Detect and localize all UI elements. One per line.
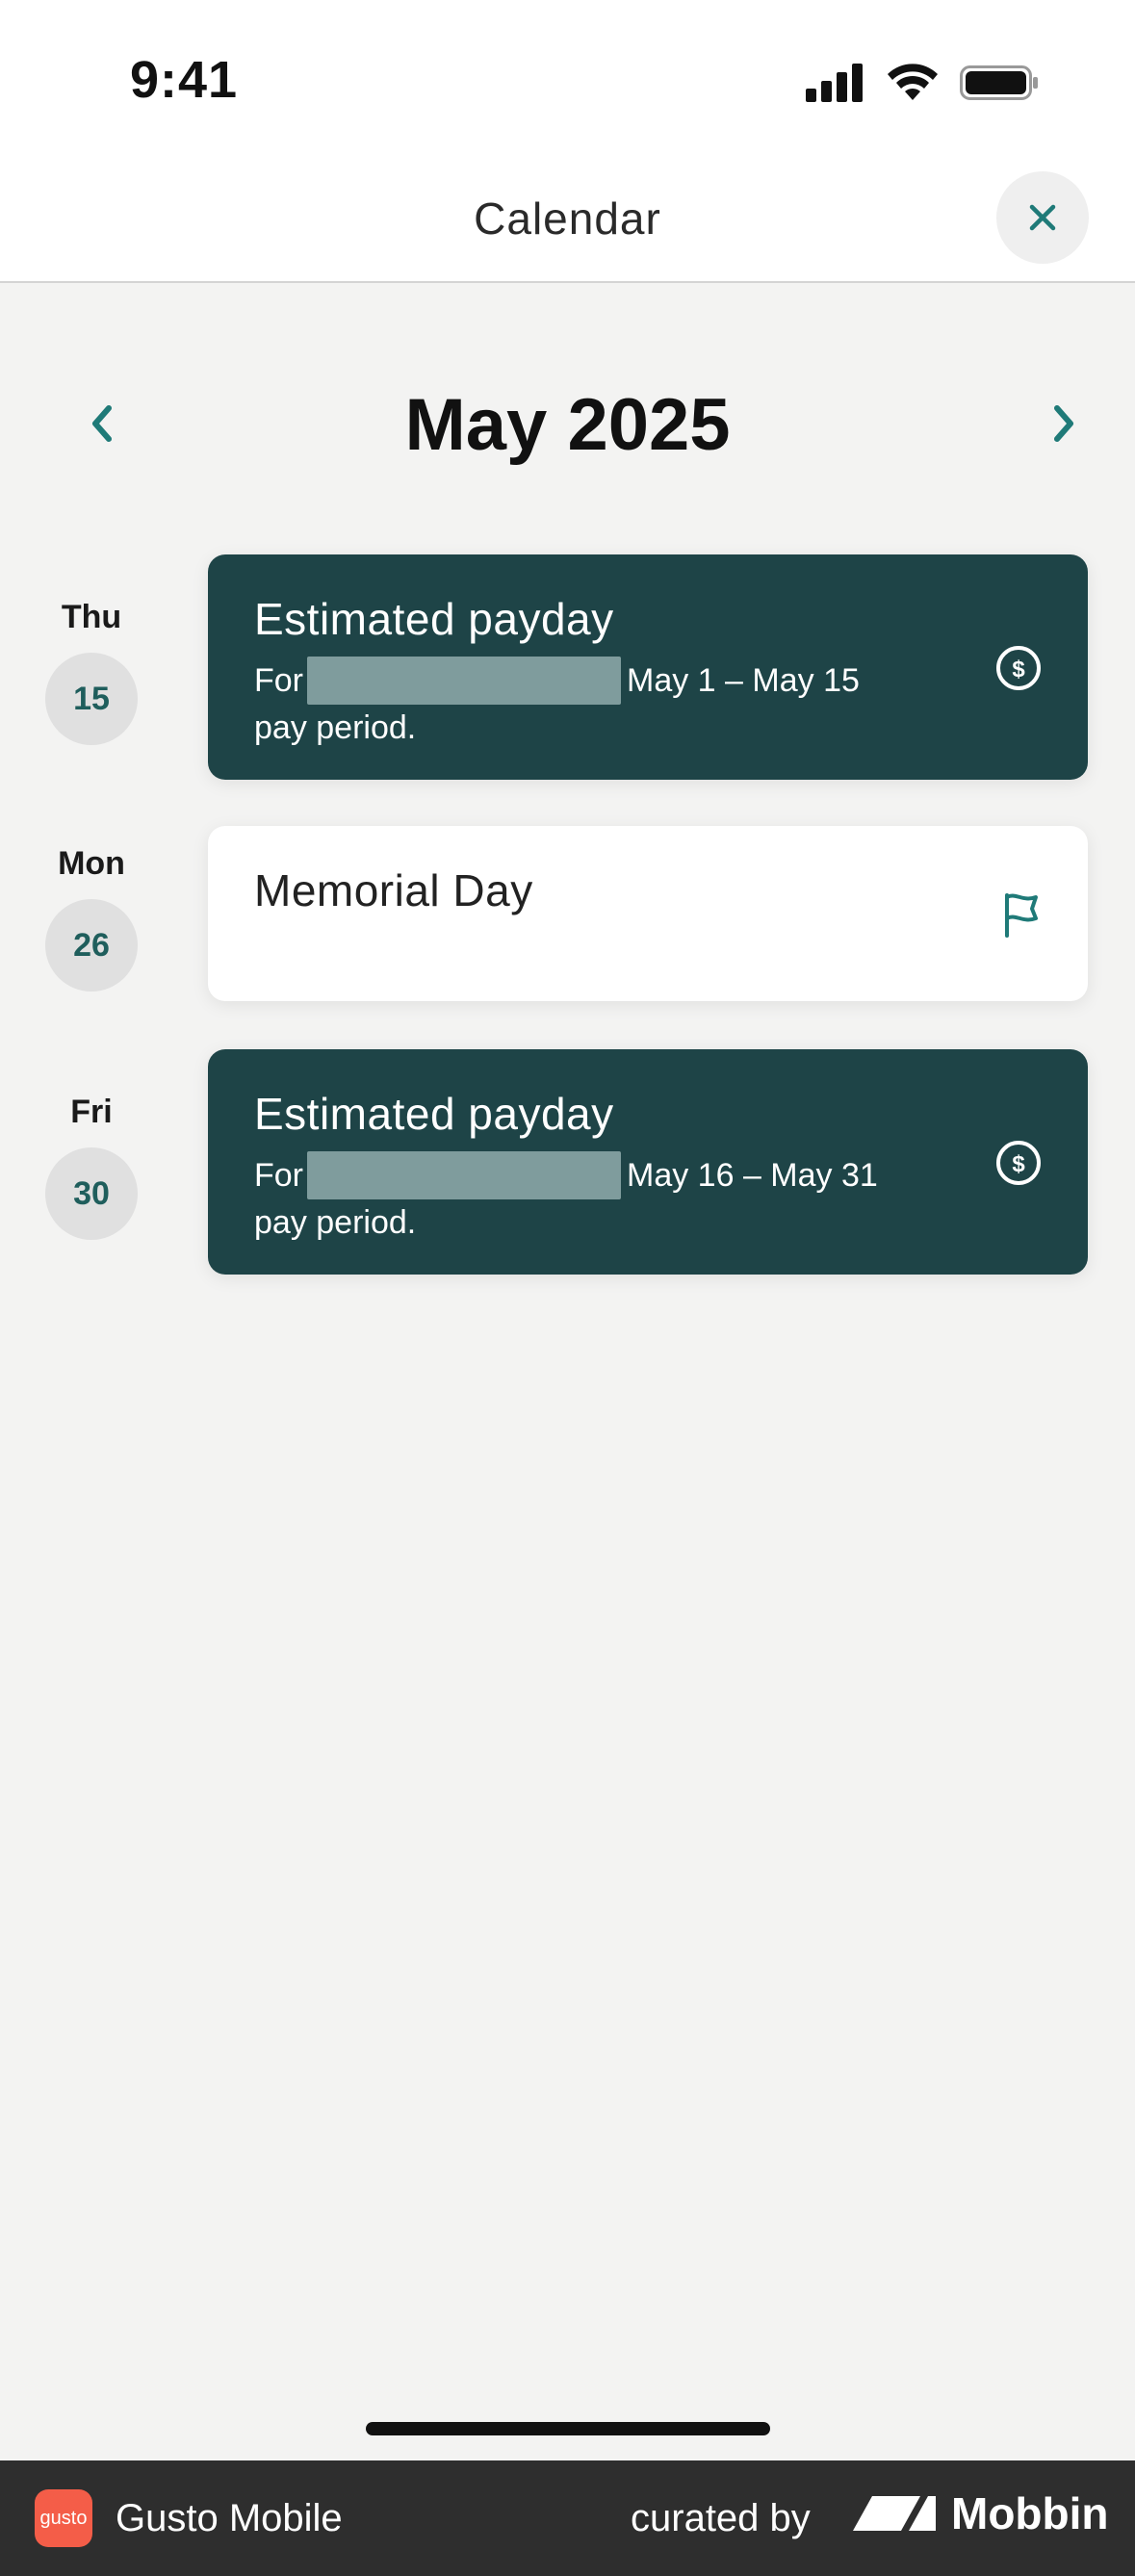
page-title: Calendar xyxy=(474,193,661,244)
close-icon xyxy=(1029,204,1056,231)
battery-icon xyxy=(960,65,1038,100)
event-date: Mon 26 xyxy=(43,839,140,992)
svg-text:$: $ xyxy=(1012,1151,1025,1177)
header: Calendar xyxy=(0,164,1135,283)
holiday-event-card[interactable]: Memorial Day xyxy=(208,826,1088,1001)
day-name: Thu xyxy=(61,599,122,635)
event-description: For May 1 – May 15 pay period. xyxy=(254,657,928,751)
payday-event-card[interactable]: Estimated payday For May 16 – May 31 pay… xyxy=(208,1049,1088,1275)
wifi-icon xyxy=(888,64,938,100)
description-suffix: pay period. xyxy=(254,709,417,746)
description-prefix: For xyxy=(254,1157,303,1194)
status-time: 9:41 xyxy=(130,51,239,109)
curated-by-label: curated by xyxy=(631,2497,811,2539)
event-description: For May 16 – May 31 pay period. xyxy=(254,1151,928,1246)
day-name: Fri xyxy=(70,1094,113,1130)
month-navigation: May 2025 xyxy=(0,375,1135,472)
payday-event-card[interactable]: Estimated payday For May 1 – May 15 pay … xyxy=(208,554,1088,780)
day-number: 26 xyxy=(45,899,138,992)
day-number: 30 xyxy=(45,1147,138,1240)
mobbin-brand: Mobbin xyxy=(851,2487,1109,2539)
event-title: Memorial Day xyxy=(254,865,533,915)
chevron-right-icon xyxy=(1054,405,1073,442)
mobbin-logo-icon xyxy=(853,2496,936,2531)
event-date: Fri 30 xyxy=(43,1088,140,1240)
cellular-signal-icon xyxy=(806,64,863,102)
gusto-app-logo: gusto xyxy=(35,2489,92,2547)
event-title: Estimated payday xyxy=(254,1089,614,1139)
pay-period-range: May 1 – May 15 xyxy=(627,662,860,699)
close-button[interactable] xyxy=(996,171,1089,264)
description-prefix: For xyxy=(254,662,303,699)
day-number: 15 xyxy=(45,653,138,745)
day-name: Mon xyxy=(58,845,125,882)
flag-icon xyxy=(1005,893,1038,938)
app-name: Gusto Mobile xyxy=(116,2497,343,2539)
dollar-circle-icon: $ xyxy=(996,1141,1041,1185)
redacted-company-name xyxy=(307,657,621,705)
dollar-circle-icon: $ xyxy=(996,646,1041,690)
pay-period-range: May 16 – May 31 xyxy=(627,1157,878,1194)
status-icons xyxy=(806,64,1039,102)
description-suffix: pay period. xyxy=(254,1204,417,1241)
next-month-button[interactable] xyxy=(1035,395,1093,452)
home-indicator[interactable] xyxy=(366,2422,770,2435)
event-date: Thu 15 xyxy=(43,593,140,745)
attribution-banner: gusto Gusto Mobile curated by Mobbin xyxy=(0,2460,1135,2576)
svg-text:$: $ xyxy=(1012,657,1025,683)
status-bar: 9:41 xyxy=(0,0,1135,164)
redacted-company-name xyxy=(307,1151,621,1199)
month-title: May 2025 xyxy=(404,384,731,466)
brand-name: Mobbin xyxy=(951,2488,1109,2538)
event-title: Estimated payday xyxy=(254,594,614,644)
